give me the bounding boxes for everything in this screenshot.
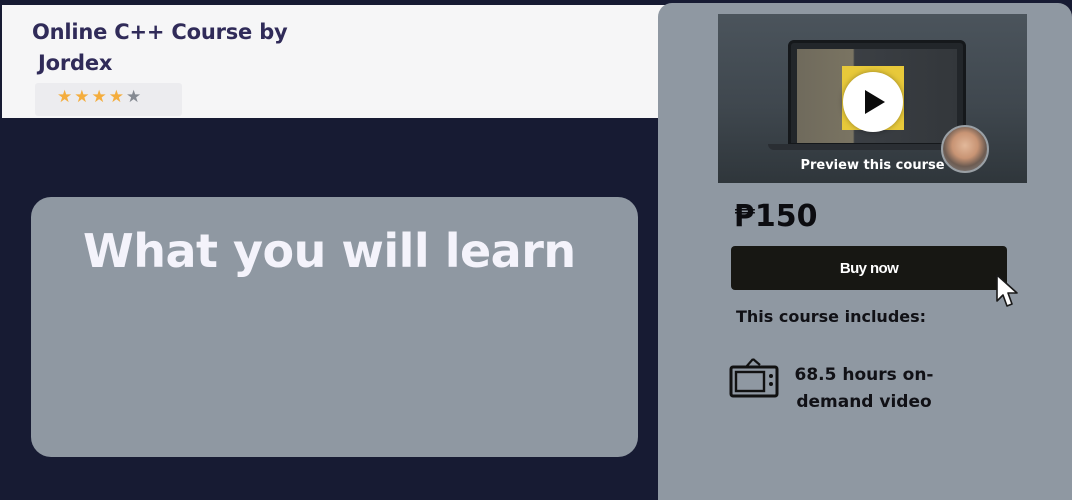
what-you-will-learn-card: What you will learn — [31, 197, 638, 457]
course-title: Online C++ Course by Jordex — [32, 17, 332, 79]
course-price: ₱150 — [734, 199, 818, 234]
play-icon — [865, 90, 885, 114]
rating-stars: ★★★★★ — [57, 87, 143, 107]
course-header: Online C++ Course by Jordex ★★★★★ — [2, 5, 702, 118]
mouse-cursor-icon — [996, 274, 1018, 307]
course-preview-video[interactable]: Preview this course — [718, 14, 1027, 183]
buy-now-button[interactable]: Buy now — [731, 246, 1007, 290]
star-empty-icon: ★ — [126, 87, 144, 107]
preview-course-label[interactable]: Preview this course — [718, 158, 1027, 173]
play-button[interactable] — [843, 72, 903, 132]
star-icon: ★ — [91, 87, 109, 107]
include-item-video-hours: 68.5 hours on-demand video — [794, 365, 934, 412]
course-title-line-1: Online C++ Course by — [32, 20, 288, 44]
star-icon: ★ — [57, 87, 75, 107]
course-rating: ★★★★★ — [35, 83, 182, 116]
what-you-will-learn-heading: What you will learn — [83, 224, 576, 278]
tv-icon — [729, 358, 779, 398]
star-icon: ★ — [108, 87, 126, 107]
purchase-sidebar: Preview this course ₱150 Buy now This co… — [658, 3, 1072, 500]
course-author: Jordex — [38, 51, 113, 75]
star-icon: ★ — [74, 87, 92, 107]
course-includes-heading: This course includes: — [736, 307, 927, 326]
